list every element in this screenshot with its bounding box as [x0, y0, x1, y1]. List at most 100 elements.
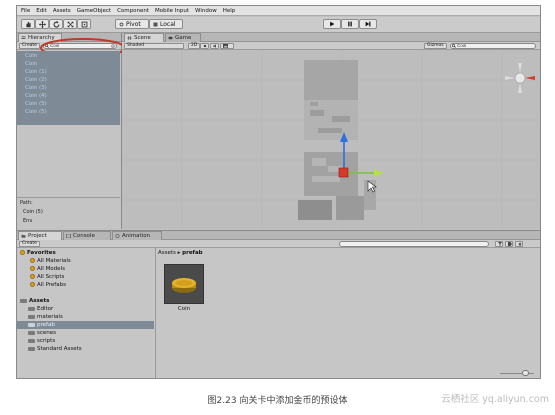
project-tab-bar: Project Console Animation	[17, 231, 540, 240]
folder-label: scenes	[37, 330, 57, 336]
play-button[interactable]	[323, 19, 341, 29]
folder-icon	[28, 314, 35, 319]
folder-label: Standard Assets	[37, 346, 82, 352]
hierarchy-item[interactable]: Coin (2)	[25, 77, 47, 83]
console-icon	[66, 234, 71, 238]
thumbnail-size-slider[interactable]	[500, 370, 534, 376]
hierarchy-item[interactable]: Coin (1)	[25, 69, 47, 75]
hierarchy-item[interactable]: Coin (3)	[25, 85, 47, 91]
speaker-icon	[213, 43, 216, 48]
breadcrumb-current[interactable]: prefab	[182, 250, 202, 256]
project-search-input[interactable]	[339, 240, 489, 247]
slider-thumb[interactable]	[522, 370, 529, 376]
favorite-filter-button[interactable]	[515, 240, 523, 247]
2d-toggle-button[interactable]: 2D	[188, 42, 201, 49]
favorite-item-label: All Scripts	[37, 274, 65, 280]
menu-item-gameobject[interactable]: GameObject	[77, 8, 111, 14]
lighting-toggle-button[interactable]	[200, 42, 209, 49]
audio-toggle-button[interactable]	[210, 42, 219, 49]
pivot-toggle-button[interactable]: Pivot	[115, 19, 149, 29]
breadcrumb-root[interactable]: Assets	[158, 250, 176, 256]
rotate-tool-button[interactable]	[49, 19, 63, 29]
filter-label-button[interactable]	[505, 240, 513, 247]
hierarchy-item[interactable]: Coin (4)	[25, 93, 47, 99]
assets-header[interactable]: Assets	[20, 298, 49, 304]
project-tab-label: Project	[28, 233, 47, 239]
tab-scene[interactable]: Scene	[124, 33, 164, 42]
hierarchy-item[interactable]: Coin (5)	[25, 101, 47, 107]
folder-item[interactable]: materials	[28, 314, 63, 320]
tab-game[interactable]: Game	[165, 33, 201, 42]
rect-tool-button[interactable]	[77, 19, 91, 29]
hierarchy-item[interactable]: Coin (5)	[25, 109, 47, 115]
pivot-label: Pivot	[126, 20, 141, 28]
gizmos-dropdown[interactable]: Gizmos	[424, 42, 447, 49]
folder-item[interactable]: Standard Assets	[28, 346, 82, 352]
game-icon	[168, 36, 173, 40]
local-label: Local	[160, 20, 176, 28]
animation-tab-label: Animation	[122, 233, 151, 239]
menu-item-assets[interactable]: Assets	[53, 8, 71, 14]
animation-icon	[115, 234, 120, 238]
scene-viewport[interactable]	[122, 50, 540, 229]
tab-animation[interactable]: Animation	[112, 231, 162, 240]
shading-mode-select[interactable]: Shaded	[124, 42, 184, 49]
local-toggle-button[interactable]: Local	[149, 19, 183, 29]
project-create-button[interactable]: Create	[19, 240, 40, 247]
folder-item[interactable]: Editor	[28, 306, 53, 312]
list-icon	[21, 36, 26, 39]
hierarchy-item[interactable]: Coin	[25, 61, 37, 67]
hierarchy-item[interactable]: Coin	[25, 53, 37, 59]
pause-button[interactable]	[341, 19, 359, 29]
breadcrumb: Assets ▸ prefab	[158, 250, 203, 256]
menu-item-help[interactable]: Help	[223, 8, 236, 14]
menu-item-window[interactable]: Window	[195, 8, 217, 14]
favorites-header[interactable]: Favorites	[20, 250, 56, 256]
orientation-gizmo[interactable]	[505, 63, 535, 93]
folder-icon	[28, 322, 35, 327]
level-geometry-top	[304, 60, 358, 140]
favorite-item[interactable]: All Scripts	[30, 274, 64, 280]
folder-icon	[21, 234, 26, 238]
hand-tool-button[interactable]	[21, 19, 35, 29]
rotate-icon	[53, 20, 59, 27]
step-button[interactable]	[359, 19, 377, 29]
menu-item-component[interactable]: Component	[117, 8, 149, 14]
scene-view-canvas	[122, 50, 540, 229]
favorite-item[interactable]: All Prefabs	[30, 282, 66, 288]
folder-item-selected[interactable]: prefab	[28, 322, 55, 328]
asset-coin-prefab[interactable]: Coin	[164, 264, 204, 314]
level-geometry-bottom	[298, 152, 376, 220]
menu-item-mobile-input[interactable]: Mobile Input	[155, 8, 189, 14]
tab-project[interactable]: Project	[18, 231, 62, 240]
search-filter-icon	[30, 282, 35, 287]
scene-tab-label: Scene	[134, 35, 151, 41]
filter-type-button[interactable]	[495, 240, 503, 247]
folder-item[interactable]: scripts	[28, 338, 55, 344]
folder-icon	[28, 306, 35, 311]
assets-label: Assets	[29, 298, 50, 304]
hierarchy-create-button[interactable]: Create	[19, 42, 40, 49]
filter-icon	[498, 241, 502, 246]
project-subbar: Create	[17, 240, 540, 248]
pivot-icon	[119, 22, 124, 26]
main-toolbar: Pivot Local	[17, 17, 540, 33]
move-tool-button[interactable]	[35, 19, 49, 29]
favorite-item[interactable]: All Materials	[30, 258, 71, 264]
favorite-item-label: All Models	[37, 266, 65, 272]
scene-search-input[interactable]	[450, 42, 536, 49]
menu-item-edit[interactable]: Edit	[36, 8, 47, 14]
rect-tool-icon	[81, 21, 87, 27]
folder-icon	[28, 346, 35, 351]
project-folder-tree: Favorites All Materials All Models All S…	[17, 248, 156, 378]
step-icon	[365, 21, 371, 27]
tab-console[interactable]: Console	[63, 231, 111, 240]
folder-icon	[20, 298, 27, 303]
favorite-item-label: All Prefabs	[37, 282, 66, 288]
folder-label: scripts	[37, 338, 56, 344]
menu-item-file[interactable]: File	[21, 8, 30, 14]
scale-tool-button[interactable]	[63, 19, 77, 29]
folder-item[interactable]: scenes	[28, 330, 56, 336]
effects-toggle-button[interactable]	[220, 42, 234, 49]
favorite-item[interactable]: All Models	[30, 266, 65, 272]
